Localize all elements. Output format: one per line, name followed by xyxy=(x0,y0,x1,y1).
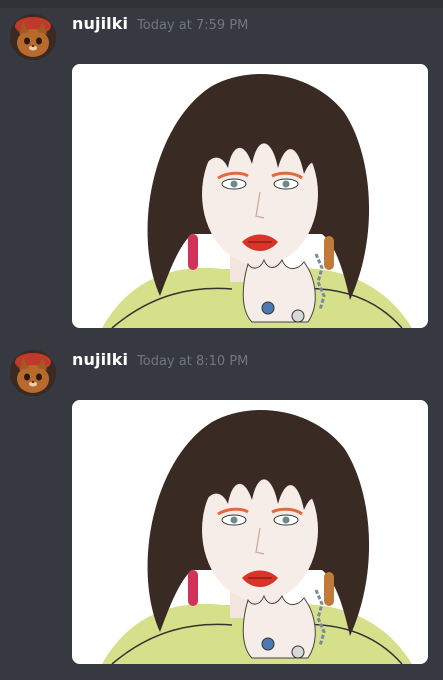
user-avatar[interactable] xyxy=(10,14,56,60)
image-attachment[interactable] xyxy=(72,64,428,328)
illustration-image xyxy=(72,400,428,664)
username[interactable]: nujilki xyxy=(72,14,128,33)
cat-avatar-icon xyxy=(10,350,56,396)
message-header: nujilki Today at 8:10 PM xyxy=(72,350,248,374)
cat-avatar-icon xyxy=(10,14,56,60)
illustration-image xyxy=(72,64,428,328)
timestamp[interactable]: Today at 7:59 PM xyxy=(137,18,248,33)
message-list: nujilki Today at 7:59 PM nujilki Today a… xyxy=(0,0,443,680)
message-header: nujilki Today at 7:59 PM xyxy=(72,14,248,38)
username[interactable]: nujilki xyxy=(72,350,128,369)
timestamp[interactable]: Today at 8:10 PM xyxy=(137,354,248,369)
user-avatar[interactable] xyxy=(10,350,56,396)
image-attachment[interactable] xyxy=(72,400,428,664)
